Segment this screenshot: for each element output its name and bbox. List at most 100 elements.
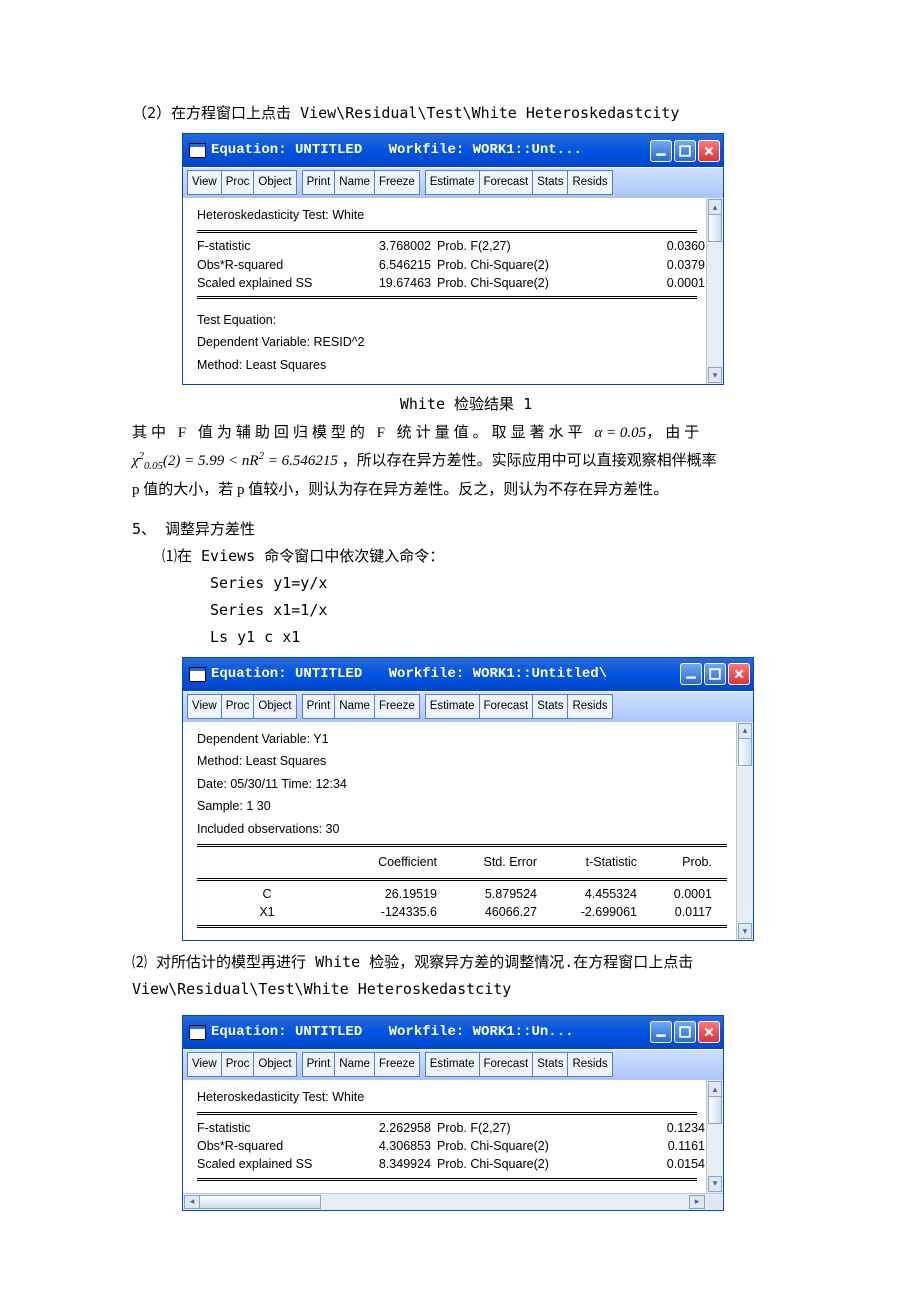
view-button[interactable]: View bbox=[187, 1052, 222, 1077]
resize-grip-icon[interactable] bbox=[708, 1195, 722, 1209]
freeze-button[interactable]: Freeze bbox=[375, 694, 420, 719]
resids-button[interactable]: Resids bbox=[568, 1052, 612, 1077]
maximize-button[interactable] bbox=[674, 1021, 696, 1043]
freeze-button[interactable]: Freeze bbox=[375, 170, 420, 195]
name-button[interactable]: Name bbox=[335, 694, 375, 719]
toolbar: View Proc Object Print Name Freeze Estim… bbox=[183, 167, 723, 198]
scroll-up-icon[interactable]: ▴ bbox=[708, 1081, 722, 1097]
title-workfile: Workfile: WORK1::Untitled\ bbox=[389, 666, 607, 682]
proc-button[interactable]: Proc bbox=[222, 1052, 255, 1077]
proc-button[interactable]: Proc bbox=[222, 694, 255, 719]
scroll-thumb[interactable] bbox=[738, 738, 752, 766]
stats-button[interactable]: Stats bbox=[533, 694, 568, 719]
window-icon bbox=[189, 143, 206, 158]
title-equation: Equation: UNTITLED bbox=[211, 666, 362, 682]
prob-value: 0.0379 bbox=[637, 256, 705, 274]
prob-value: 0.0001 bbox=[637, 274, 705, 292]
title-workfile: Workfile: WORK1::Unt... bbox=[389, 142, 582, 158]
paragraph-chi-square-line: χ20.05(2) = 5.99 < nR2 = 6.546215 ，所以存在异… bbox=[132, 447, 800, 476]
scroll-down-icon[interactable]: ▾ bbox=[708, 367, 722, 383]
divider bbox=[197, 878, 727, 881]
object-button[interactable]: Object bbox=[254, 1052, 296, 1077]
stat-label: Obs*R-squared bbox=[197, 256, 342, 274]
eviews-window-white-test-1: Equation: UNTITLED Workfile: WORK1::Unt.… bbox=[182, 133, 724, 385]
close-button[interactable] bbox=[698, 1021, 720, 1043]
section-5-step-2: ⑵ 对所估计的模型再进行 White 检验，观察异方差的调整情况.在方程窗口上点… bbox=[132, 949, 800, 976]
print-button[interactable]: Print bbox=[302, 1052, 336, 1077]
meta-line: Date: 05/30/11 Time: 12:34 bbox=[197, 773, 727, 796]
meta-line: Included observations: 30 bbox=[197, 818, 727, 841]
forecast-button[interactable]: Forecast bbox=[480, 694, 534, 719]
stat-label: F-statistic bbox=[197, 1119, 342, 1137]
titlebar[interactable]: Equation: UNTITLED Workfile: WORK1::Unt.… bbox=[183, 134, 723, 167]
intro-step-2: （2）在方程窗口上点击 View\Residual\Test\White Het… bbox=[132, 100, 800, 127]
view-button[interactable]: View bbox=[187, 694, 222, 719]
vertical-scrollbar[interactable]: ▴ ▾ bbox=[736, 722, 753, 940]
scroll-thumb[interactable] bbox=[708, 214, 722, 242]
maximize-button[interactable] bbox=[674, 140, 696, 162]
window-title: Equation: UNTITLED Workfile: WORK1::Un..… bbox=[211, 1020, 650, 1045]
scroll-up-icon[interactable]: ▴ bbox=[708, 199, 722, 215]
regression-header: Coefficient Std. Error t-Statistic Prob. bbox=[197, 851, 727, 874]
prob-value: 0.1234 bbox=[637, 1119, 705, 1137]
stat-grid: F-statistic 3.768002 Prob. F(2,27) 0.036… bbox=[197, 237, 697, 291]
vertical-scrollbar[interactable]: ▴ ▾ bbox=[706, 198, 723, 384]
resids-button[interactable]: Resids bbox=[568, 170, 612, 195]
vertical-scrollbar[interactable]: ▴ ▾ bbox=[706, 1080, 723, 1193]
print-button[interactable]: Print bbox=[302, 170, 336, 195]
scroll-up-icon[interactable]: ▴ bbox=[738, 723, 752, 739]
object-button[interactable]: Object bbox=[254, 694, 296, 719]
meta-line: Dependent Variable: Y1 bbox=[197, 728, 727, 751]
name-button[interactable]: Name bbox=[335, 170, 375, 195]
view-button[interactable]: View bbox=[187, 170, 222, 195]
estimate-button[interactable]: Estimate bbox=[425, 170, 480, 195]
name-button[interactable]: Name bbox=[335, 1052, 375, 1077]
section-5-title: 5、 调整异方差性 bbox=[132, 516, 800, 543]
stat-grid: F-statistic 2.262958 Prob. F(2,27) 0.123… bbox=[197, 1119, 697, 1173]
paragraph-explanation: 其中 F 值为辅助回归模型的 F 统计量值。取显著水平 α = 0.05，由于 bbox=[132, 420, 800, 447]
forecast-button[interactable]: Forecast bbox=[480, 170, 534, 195]
scroll-thumb[interactable] bbox=[199, 1195, 321, 1209]
stats-button[interactable]: Stats bbox=[533, 170, 568, 195]
print-button[interactable]: Print bbox=[302, 694, 336, 719]
close-button[interactable] bbox=[728, 663, 750, 685]
title-equation: Equation: UNTITLED bbox=[211, 1024, 362, 1040]
alpha-formula: α = 0.05 bbox=[594, 425, 646, 441]
window-icon bbox=[189, 667, 206, 682]
scroll-left-icon[interactable]: ◂ bbox=[184, 1195, 200, 1209]
test-equation-line: Method: Least Squares bbox=[197, 354, 697, 377]
estimate-button[interactable]: Estimate bbox=[425, 694, 480, 719]
title-equation: Equation: UNTITLED bbox=[211, 142, 362, 158]
prob-value: 0.0360 bbox=[637, 237, 705, 255]
stat-label: Obs*R-squared bbox=[197, 1137, 342, 1155]
meta-line: Sample: 1 30 bbox=[197, 795, 727, 818]
regression-row: X1 -124335.6 46066.27 -2.699061 0.0117 bbox=[197, 903, 727, 921]
prob-label: Prob. F(2,27) bbox=[437, 237, 637, 255]
scroll-thumb[interactable] bbox=[708, 1096, 722, 1124]
command-line: Ls y1 c x1 bbox=[210, 624, 800, 651]
close-button[interactable] bbox=[698, 140, 720, 162]
forecast-button[interactable]: Forecast bbox=[480, 1052, 534, 1077]
client-area: Heteroskedasticity Test: White F-statist… bbox=[183, 1080, 723, 1193]
resids-button[interactable]: Resids bbox=[568, 694, 612, 719]
proc-button[interactable]: Proc bbox=[222, 170, 255, 195]
divider bbox=[197, 844, 727, 847]
horizontal-scrollbar[interactable]: ◂ ▸ bbox=[183, 1193, 723, 1210]
scroll-down-icon[interactable]: ▾ bbox=[738, 923, 752, 939]
stat-label: F-statistic bbox=[197, 237, 342, 255]
object-button[interactable]: Object bbox=[254, 170, 296, 195]
titlebar[interactable]: Equation: UNTITLED Workfile: WORK1::Unti… bbox=[183, 658, 753, 691]
minimize-button[interactable] bbox=[680, 663, 702, 685]
scroll-right-icon[interactable]: ▸ bbox=[689, 1195, 705, 1209]
minimize-button[interactable] bbox=[650, 140, 672, 162]
estimate-button[interactable]: Estimate bbox=[425, 1052, 480, 1077]
freeze-button[interactable]: Freeze bbox=[375, 1052, 420, 1077]
divider bbox=[197, 296, 697, 299]
caption-white-test-1: White 检验结果 1 bbox=[132, 391, 800, 418]
titlebar[interactable]: Equation: UNTITLED Workfile: WORK1::Un..… bbox=[183, 1016, 723, 1049]
scroll-down-icon[interactable]: ▾ bbox=[708, 1176, 722, 1192]
stats-button[interactable]: Stats bbox=[533, 1052, 568, 1077]
minimize-button[interactable] bbox=[650, 1021, 672, 1043]
maximize-button[interactable] bbox=[704, 663, 726, 685]
prob-label: Prob. Chi-Square(2) bbox=[437, 1137, 637, 1155]
